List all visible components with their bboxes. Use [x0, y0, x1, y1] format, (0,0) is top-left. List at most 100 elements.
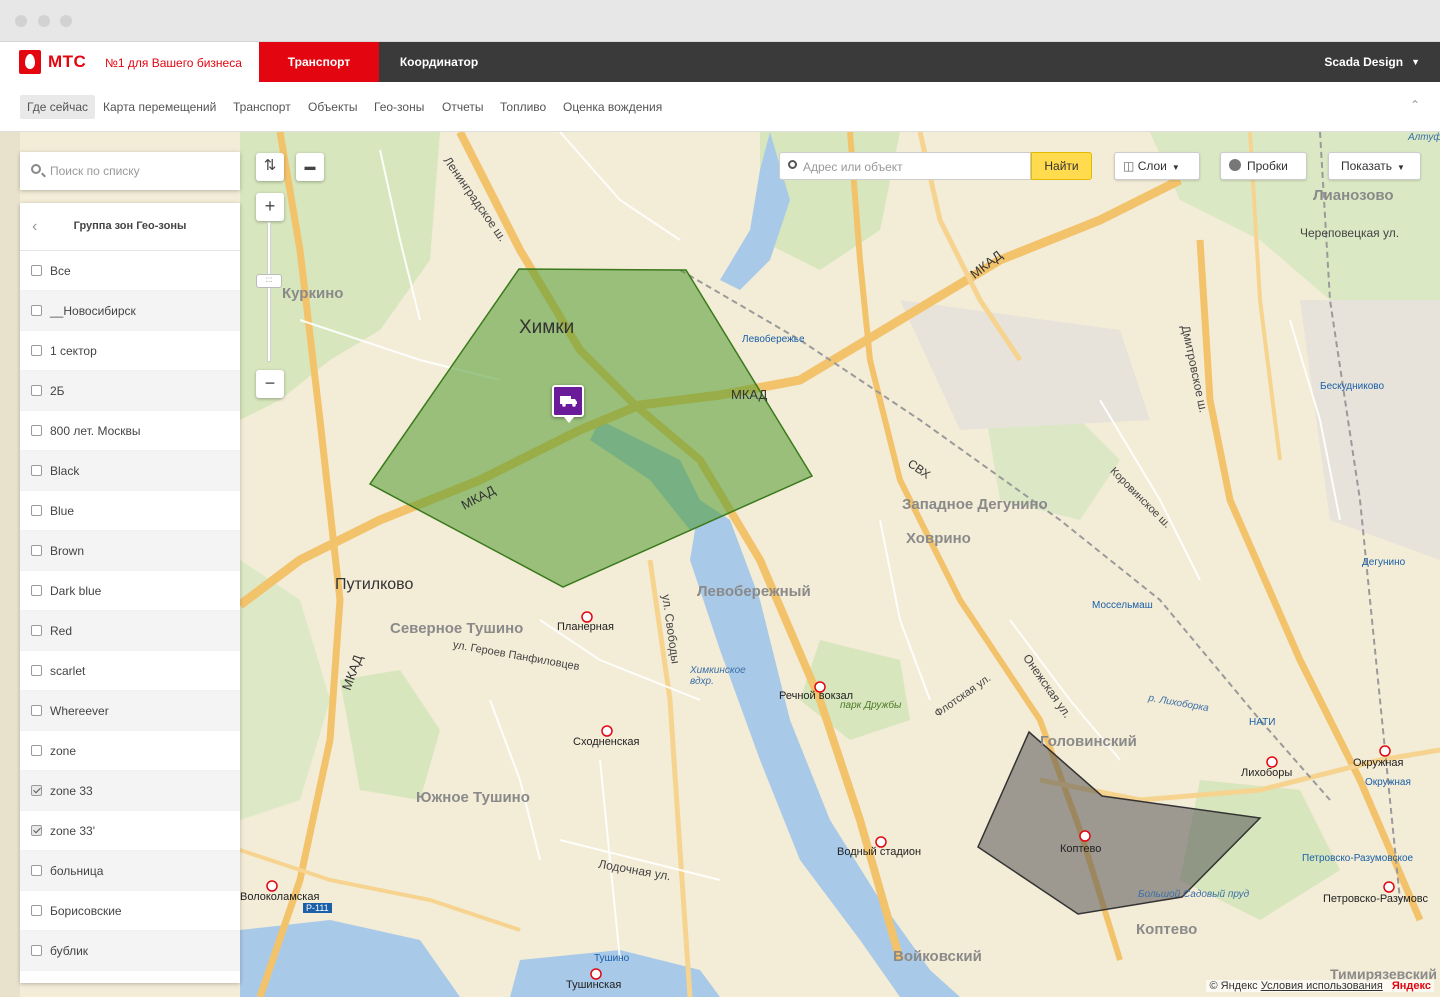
map-label-mkad: МКАД: [731, 387, 768, 402]
truck-icon: [560, 396, 577, 407]
zoom-slider-handle[interactable]: :::: [256, 274, 282, 288]
geozone-label: zone 33': [50, 824, 95, 838]
map-label-golovinsky: Головинский: [1040, 733, 1137, 750]
geozone-label: Red: [50, 624, 73, 638]
geozone-checkbox[interactable]: [31, 585, 42, 596]
geozone-list-item[interactable]: Black: [20, 451, 240, 491]
show-button[interactable]: Показать ▼: [1328, 152, 1421, 180]
geozone-checkbox[interactable]: [31, 945, 42, 956]
map-label-tushino-station: Тушино: [594, 953, 630, 964]
geozone-list-item[interactable]: Борисовские: [20, 891, 240, 931]
geozone-checkbox[interactable]: [31, 385, 42, 396]
geozone-list-item[interactable]: 800 лет. Москвы: [20, 411, 240, 451]
geozone-list: Все __Новосибирск 1 сектор 2Б 800 лет. Москв…: [20, 251, 240, 971]
map-label-voykovsky: Войковский: [893, 948, 982, 965]
geozone-list-item[interactable]: больница: [20, 851, 240, 891]
map-label-levoberezhny: Левобережный: [697, 583, 811, 600]
geozone-list-item[interactable]: Whereever: [20, 691, 240, 731]
ruler-tool-button[interactable]: ▬: [296, 153, 324, 181]
window-minimize-dot[interactable]: [38, 15, 50, 27]
geozone-label: 1 сектор: [50, 344, 97, 358]
metro-label-vodny: Водный стадион: [837, 846, 922, 858]
map-label-beskudnikovo: Бескудниково: [1320, 381, 1385, 392]
geozone-checkbox[interactable]: [31, 465, 42, 476]
geozone-checkbox[interactable]: [31, 825, 42, 836]
geozone-checkbox[interactable]: [31, 625, 42, 636]
subnav-transport[interactable]: Транспорт: [226, 95, 298, 119]
subnav-reports[interactable]: Отчеты: [435, 95, 490, 119]
geozone-checkbox[interactable]: [31, 345, 42, 356]
metro-label-petrovsko: Петровско-Разумовс: [1323, 893, 1429, 905]
geozone-list-item[interactable]: scarlet: [20, 651, 240, 691]
geozone-list-item[interactable]: бублик: [20, 931, 240, 971]
traffic-button[interactable]: Пробки: [1220, 152, 1307, 180]
show-label: Показать: [1341, 159, 1393, 173]
list-search[interactable]: Поиск по списку: [20, 152, 240, 190]
layers-label: Слои: [1137, 159, 1167, 173]
geozone-checkbox[interactable]: [31, 865, 42, 876]
route-tool-button[interactable]: ⇅: [256, 153, 284, 181]
geozone-list-item[interactable]: Dark blue: [20, 571, 240, 611]
search-icon: [788, 160, 797, 169]
subnav-geozones[interactable]: Гео-зоны: [367, 95, 431, 119]
geozone-checkbox[interactable]: [31, 425, 42, 436]
chevron-down-icon: ▼: [1397, 163, 1405, 172]
geozone-list-item[interactable]: Все: [20, 251, 240, 291]
geozone-list-item[interactable]: Red: [20, 611, 240, 651]
metro-label-tushinskaya: Тушинская: [566, 979, 622, 991]
collapse-up-icon[interactable]: ⌃: [1410, 98, 1420, 112]
zoom-slider[interactable]: [267, 222, 271, 362]
geozone-list-item[interactable]: 2Б: [20, 371, 240, 411]
geozone-checkbox[interactable]: [31, 305, 42, 316]
geozone-checkbox[interactable]: [31, 785, 42, 796]
subnav-movement-map[interactable]: Карта перемещений: [96, 95, 223, 119]
find-button[interactable]: Найти: [1031, 152, 1092, 180]
geozone-list-item[interactable]: 1 сектор: [20, 331, 240, 371]
vehicle-marker[interactable]: [552, 385, 584, 423]
traffic-icon: [1229, 159, 1241, 171]
list-search-placeholder: Поиск по списку: [50, 164, 140, 178]
subnav-objects[interactable]: Объекты: [301, 95, 365, 119]
window-maximize-dot[interactable]: [60, 15, 72, 27]
zoom-in-button[interactable]: +: [256, 193, 284, 221]
user-name: Scada Design: [1324, 55, 1404, 69]
map-label-zap-degunino: Западное Дегунино: [902, 496, 1048, 513]
geozone-checkbox[interactable]: [31, 905, 42, 916]
tab-transport[interactable]: Транспорт: [259, 42, 379, 82]
tab-coordinator[interactable]: Координатор: [379, 42, 499, 82]
geozone-checkbox[interactable]: [31, 265, 42, 276]
subnav-fuel[interactable]: Топливо: [493, 95, 553, 119]
geozone-checkbox[interactable]: [31, 665, 42, 676]
geozone-checkbox[interactable]: [31, 505, 42, 516]
geozone-checkbox[interactable]: [31, 745, 42, 756]
geozone-list-item[interactable]: zone 33': [20, 811, 240, 851]
browser-chrome: [0, 0, 1440, 42]
map-label-sev-tushino: Северное Тушино: [390, 620, 524, 637]
window-close-dot[interactable]: [15, 15, 27, 27]
geozone-label: Blue: [50, 504, 75, 518]
geozone-label: Dark blue: [50, 584, 102, 598]
metro-label-planernaya: Планерная: [557, 621, 614, 633]
geozone-checkbox[interactable]: [31, 545, 42, 556]
user-menu[interactable]: Scada Design ▼: [1324, 42, 1420, 82]
geozone-list-item[interactable]: Blue: [20, 491, 240, 531]
search-icon: [31, 164, 41, 174]
geozone-label: Black: [50, 464, 80, 478]
map-label-khimki-vdhr: Химкинское вдхр.: [690, 665, 746, 687]
geozone-list-item[interactable]: zone 33: [20, 771, 240, 811]
terms-link[interactable]: Условия использования: [1261, 980, 1383, 992]
layers-button[interactable]: ◫ Слои ▼: [1114, 152, 1200, 180]
address-search-input[interactable]: Адрес или объект: [779, 152, 1031, 180]
geozone-list-item[interactable]: zone: [20, 731, 240, 771]
subnav-where-now[interactable]: Где сейчас: [20, 95, 96, 119]
subnav-driving-score[interactable]: Оценка вождения: [556, 95, 669, 119]
geozone-list-item[interactable]: __Новосибирск: [20, 291, 240, 331]
geozone-checkbox[interactable]: [31, 705, 42, 716]
zoom-out-button[interactable]: −: [256, 370, 284, 398]
brand[interactable]: МТС №1 для Вашего бизнеса: [0, 42, 259, 82]
layers-icon: ◫: [1123, 159, 1135, 173]
map-label-park-druzhby: парк Дружбы: [840, 700, 902, 711]
mts-logo-icon: [19, 50, 41, 74]
address-placeholder: Адрес или объект: [803, 160, 903, 174]
geozone-list-item[interactable]: Brown: [20, 531, 240, 571]
